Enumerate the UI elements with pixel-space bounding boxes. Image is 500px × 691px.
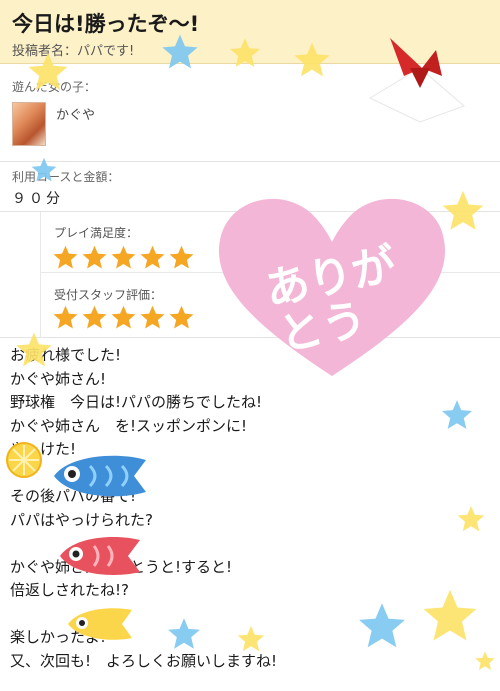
play-rating-stars [52,244,195,271]
decorative-star-icon [441,400,473,429]
rating-divider-vertical [40,212,41,338]
staff-rating-stars [52,304,195,331]
rating-star-icon [111,245,136,269]
rating-star-icon [53,305,78,329]
message-line: 野球権 今日は!パパの勝ちでしたね! [10,393,263,411]
decorative-star-icon [168,618,200,649]
companion-name[interactable]: かぐや [56,104,95,123]
message-line: 倍返しされたね!? [10,581,129,599]
decorative-star-icon [457,505,485,532]
companion-avatar[interactable] [12,102,46,146]
decorative-star-icon [229,38,261,67]
rating-star-icon [111,305,136,329]
message-line: 又、次回も! よろしくお願いしますね! [10,651,278,670]
yellow-carp-streamer-icon [68,608,132,640]
decorative-star-icon [162,34,198,69]
rating-star-icon [53,245,78,269]
rating-star-icon [140,245,165,269]
rating-star-icon [169,245,194,269]
blue-carp-streamer-icon [54,455,146,497]
rating-star-icon [140,305,165,329]
kabuto-helmet-icon [368,38,465,123]
decorative-star-icon [442,190,484,230]
citrus-slice-icon [6,442,42,478]
decorative-star-icon [237,625,265,652]
rating-star-icon [82,305,107,329]
decorative-star-icon [475,651,495,670]
decorative-star-icon [16,332,52,367]
message-line: パパはやっけられた? [10,510,153,529]
red-carp-streamer-icon [60,537,140,575]
decorative-star-icon [294,42,330,77]
rating-star-icon [169,305,194,329]
play-rating-label: プレイ満足度： [54,226,139,240]
staff-rating-label: 受付スタッフ評価： [54,288,163,302]
decorative-star-icon [28,52,68,90]
rating-star-icon [82,245,107,269]
decorative-star-icon [423,589,477,641]
message-line: かぐや姉さん を!スッポンポンに! [10,416,248,435]
heart-stamp-icon: ありが とう [218,198,446,376]
course-label: 利用コースと金額： [12,170,120,184]
course-value: ９０分 [12,191,63,207]
decorative-star-icon [31,157,57,182]
decorative-star-icon [359,603,405,648]
